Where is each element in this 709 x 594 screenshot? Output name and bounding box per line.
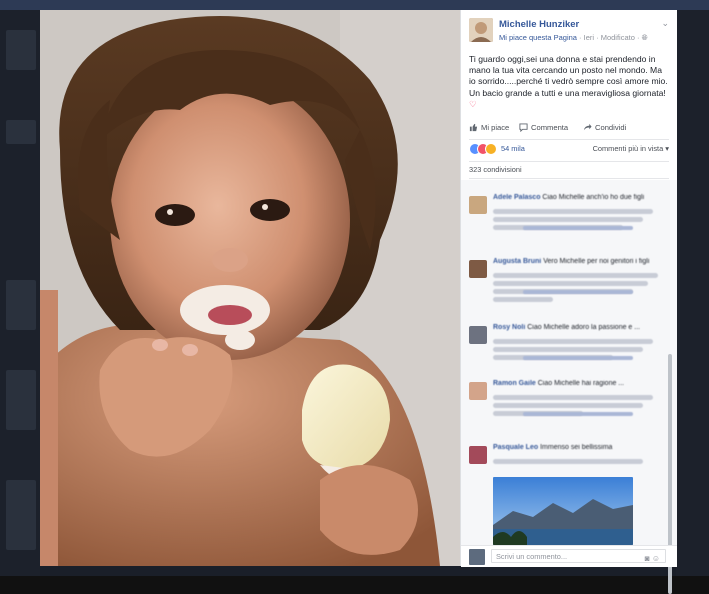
comment-text: Pasquale Leo Immenso sei bellissima — [493, 444, 612, 451]
comment-blurred-lines — [493, 336, 663, 363]
user-avatar — [469, 549, 485, 565]
background-block — [6, 280, 36, 330]
share-button-label: Condividi — [595, 123, 627, 132]
comment-item: Rosy Noli Ciao Michelle adoro la passion… — [469, 324, 669, 376]
reaction-count[interactable]: 54 mila — [501, 144, 525, 153]
child-eating-ice-cream-image — [40, 10, 460, 566]
comment-photo[interactable] — [493, 477, 633, 545]
post-header: Michelle Hunziker Mi piace questa Pagina… — [469, 18, 669, 48]
comment-body: Vero Michelle per noi genitori i figli — [543, 258, 650, 265]
comment-body: Ciao Michelle adoro la passione e ... — [527, 324, 641, 331]
comment-body: Ciao Michelle anch'io ho due figli — [542, 194, 645, 201]
comment-meta — [523, 412, 633, 416]
comment-blurred-lines — [493, 270, 663, 305]
comment-avatar[interactable] — [469, 260, 487, 278]
comment-line — [493, 347, 643, 352]
like-button-label: Mi piace — [481, 123, 510, 132]
comment-author[interactable]: Adele Palasco — [493, 194, 540, 201]
wow-reaction-icon — [485, 143, 497, 155]
globe-icon: 🌐︎ — [641, 33, 648, 42]
comment-text: Rosy Noli Ciao Michelle adoro la passion… — [493, 324, 640, 331]
comment-avatar[interactable] — [469, 382, 487, 400]
divider — [469, 161, 669, 162]
comment-item: Adele Palasco Ciao Michelle anch'io ho d… — [469, 194, 669, 254]
comment-item: Augusta Bruni Vero Michelle per noi geni… — [469, 258, 669, 318]
comment-author[interactable]: Ramon Gaile — [493, 380, 536, 387]
comment-author[interactable]: Rosy Noli — [493, 324, 525, 331]
comment-body: Ciao Michelle hai ragione ... — [537, 380, 625, 387]
comment-meta — [523, 290, 633, 294]
comment-line — [493, 209, 653, 214]
comment-avatar[interactable] — [469, 196, 487, 214]
background-right-column — [676, 10, 709, 576]
comment-blurred-lines — [493, 392, 663, 419]
background-block — [6, 480, 36, 550]
comment-line — [493, 403, 643, 408]
top-comments-label: Commenti più in vista — [592, 144, 664, 153]
lake-mountain-image — [493, 477, 633, 545]
comment-text: Adele Palasco Ciao Michelle anch'io ho d… — [493, 194, 644, 201]
comment-meta — [523, 356, 633, 360]
reactions-bar[interactable]: 54 mila Commenti più in vista ▾ — [469, 141, 669, 157]
comment-button[interactable]: Commenta — [519, 123, 568, 132]
background-topbar — [0, 0, 709, 10]
comment-meta — [523, 226, 633, 230]
comment-bubble-icon — [519, 123, 528, 132]
comment-item: Ramon Gaile Ciao Michelle hai ragione ..… — [469, 380, 669, 432]
comment-body: Immenso sei bellissima — [540, 444, 613, 451]
divider — [469, 139, 669, 140]
thumbs-up-icon — [469, 123, 478, 132]
heart-emoji: ♡ — [469, 98, 477, 109]
top-comments-dropdown[interactable]: Commenti più in vista ▾ — [593, 144, 669, 153]
comment-button-label: Commenta — [531, 123, 569, 132]
comment-text: Augusta Bruni Vero Michelle per noi geni… — [493, 258, 649, 265]
comment-line — [493, 339, 653, 344]
avatar-image — [469, 18, 493, 42]
comments-list: Adele Palasco Ciao Michelle anch'io ho d… — [461, 180, 677, 594]
comment-input-placeholder: Scrivi un commento... — [496, 552, 568, 561]
background-left-column — [0, 10, 40, 576]
share-arrow-icon — [583, 123, 592, 131]
post-text: Ti guardo oggi,sei una donna e stai pren… — [469, 54, 669, 110]
chevron-down-icon[interactable]: ⌄ — [661, 18, 669, 29]
post-text-body: Ti guardo oggi,sei una donna e stai pren… — [469, 54, 668, 98]
post-side-panel: Michelle Hunziker Mi piace questa Pagina… — [460, 10, 677, 594]
share-button[interactable]: Condividi — [583, 123, 626, 132]
page-avatar[interactable] — [469, 18, 493, 42]
comment-text: Ramon Gaile Ciao Michelle hai ragione ..… — [493, 380, 624, 387]
comment-line — [493, 281, 648, 286]
comment-blurred-lines — [493, 206, 663, 233]
comment-line — [493, 459, 643, 464]
page-name-link[interactable]: Michelle Hunziker — [499, 19, 579, 30]
comment-avatar[interactable] — [469, 326, 487, 344]
comment-input[interactable]: Scrivi un commento... ◙ ☺ — [491, 549, 666, 563]
comment-line — [493, 395, 653, 400]
caret-down-icon: ▾ — [665, 144, 669, 153]
background-block — [6, 30, 36, 70]
post-actions: Mi piace Commenta Condividi — [469, 121, 669, 137]
background-block — [6, 120, 36, 144]
post-meta: Mi piace questa Pagina · Ieri · Modifica… — [499, 33, 648, 43]
comment-line — [493, 217, 643, 222]
background-block — [6, 370, 36, 430]
post-photo[interactable] — [40, 10, 460, 566]
post-meta-time: · Ieri · Modificato · — [576, 33, 642, 42]
divider — [469, 178, 669, 179]
camera-icon[interactable]: ◙ ☺ — [645, 552, 660, 566]
reply-bar: Scrivi un commento... ◙ ☺ — [461, 545, 677, 567]
comment-line — [493, 297, 553, 302]
like-page-link[interactable]: Mi piace questa Pagina — [499, 33, 577, 42]
like-button[interactable]: Mi piace — [469, 123, 509, 132]
shares-count[interactable]: 323 condivisioni — [469, 165, 522, 174]
comment-blurred-lines — [493, 456, 663, 467]
comment-author[interactable]: Augusta Bruni — [493, 258, 541, 265]
comment-line — [493, 273, 658, 278]
comment-avatar[interactable] — [469, 446, 487, 464]
comment-author[interactable]: Pasquale Leo — [493, 444, 538, 451]
